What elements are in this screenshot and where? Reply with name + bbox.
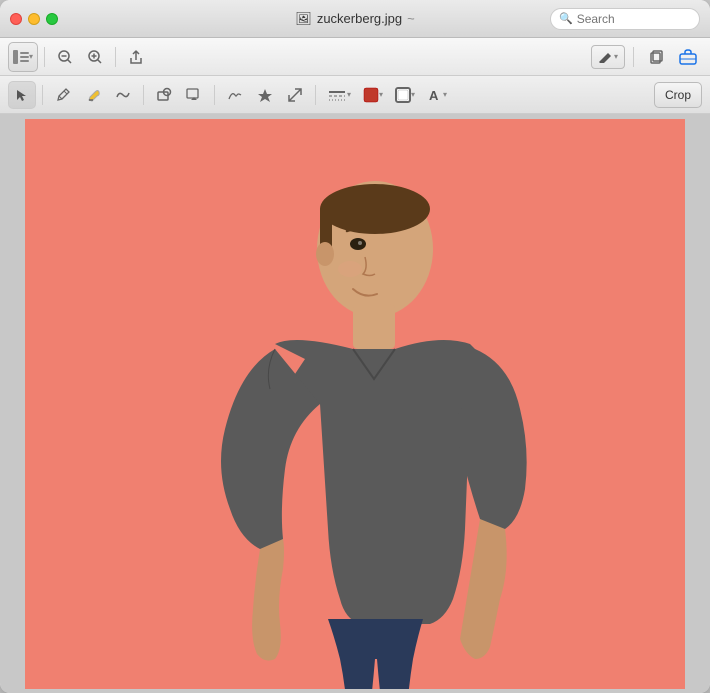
close-button[interactable] <box>10 13 22 25</box>
draw-button[interactable] <box>109 81 137 109</box>
crop-adjust-icon <box>287 87 303 103</box>
signature-icon <box>227 87 243 103</box>
document-icon: 🖼 <box>295 11 312 27</box>
sidebar-toggle-button[interactable]: ▾ <box>9 43 37 71</box>
title-modified-indicator: ~ <box>407 11 415 26</box>
zoom-in-button[interactable] <box>81 43 109 71</box>
view-mode-select[interactable]: ▾ <box>591 45 625 69</box>
signature-button[interactable] <box>221 81 249 109</box>
border-style-icon <box>327 87 347 103</box>
pen-icon <box>598 51 612 63</box>
separator-t2-4 <box>315 85 316 105</box>
share-icon <box>128 49 144 65</box>
image-canvas[interactable] <box>25 119 685 689</box>
sketch-icon <box>55 87 71 103</box>
border-color-icon <box>395 87 411 103</box>
chevron-down-icon: ▾ <box>443 90 447 99</box>
highlight-button[interactable] <box>79 81 107 109</box>
border-style-button[interactable]: ▾ <box>322 81 356 109</box>
border-color-button[interactable]: ▾ <box>390 81 420 109</box>
search-icon: 🔍 <box>559 12 573 25</box>
window-title: zuckerberg.jpg <box>317 11 402 26</box>
separator-t2-3 <box>214 85 215 105</box>
title-bar-right: 🔍 <box>550 8 700 30</box>
arrow-select-button[interactable] <box>8 81 36 109</box>
separator-t2-1 <box>42 85 43 105</box>
chevron-down-icon: ▾ <box>614 52 618 61</box>
chevron-down-icon: ▾ <box>411 90 415 99</box>
canvas-area <box>0 114 710 693</box>
sidebar-icon <box>13 50 29 64</box>
minimize-button[interactable] <box>28 13 40 25</box>
chevron-down-icon: ▾ <box>29 52 33 61</box>
shapes-button[interactable] <box>150 81 178 109</box>
crop-adjust-button[interactable] <box>281 81 309 109</box>
window-title-group: 🖼 zuckerberg.jpg ~ <box>295 11 414 27</box>
main-window: 🖼 zuckerberg.jpg ~ 🔍 ▾ <box>0 0 710 693</box>
arrow-select-icon <box>15 88 29 102</box>
separator-2 <box>115 47 116 67</box>
traffic-lights <box>10 13 58 25</box>
search-input[interactable] <box>577 12 691 26</box>
separator-t2-2 <box>143 85 144 105</box>
separator-3 <box>633 47 634 67</box>
title-bar: 🖼 zuckerberg.jpg ~ 🔍 <box>0 0 710 38</box>
stamp-button[interactable] <box>251 81 279 109</box>
toolbar-right-group: ▾ <box>591 43 702 71</box>
toolbox-icon <box>679 49 697 65</box>
draw-icon <box>115 87 131 103</box>
zoom-out-button[interactable] <box>51 43 79 71</box>
highlight-icon <box>85 87 101 103</box>
copy-icon <box>648 49 664 65</box>
text-format-icon: A <box>427 87 443 103</box>
text-format-button[interactable]: A ▾ <box>422 81 452 109</box>
search-box[interactable]: 🔍 <box>550 8 700 30</box>
separator-1 <box>44 47 45 67</box>
fill-color-button[interactable]: ▾ <box>358 81 388 109</box>
maximize-button[interactable] <box>46 13 58 25</box>
shapes-icon <box>156 87 172 103</box>
text-shapes-button[interactable] <box>180 81 208 109</box>
zoom-out-icon <box>57 49 73 65</box>
crop-button[interactable]: Crop <box>654 82 702 108</box>
toolbox-button[interactable] <box>674 43 702 71</box>
toolbar-primary: ▾ <box>0 38 710 76</box>
crop-label: Crop <box>665 88 691 102</box>
fill-color-icon <box>363 87 379 103</box>
text-shapes-icon <box>186 87 202 103</box>
share-button[interactable] <box>122 43 150 71</box>
sidebar-toggle-group: ▾ <box>8 42 38 72</box>
chevron-down-icon: ▾ <box>347 90 351 99</box>
svg-text:A: A <box>429 88 439 103</box>
sketch-button[interactable] <box>49 81 77 109</box>
chevron-down-icon: ▾ <box>379 90 383 99</box>
toolbar2-right-group: Crop <box>654 82 702 108</box>
image-content <box>25 119 685 689</box>
copy-button[interactable] <box>642 43 670 71</box>
stamp-icon <box>257 87 273 103</box>
zoom-in-icon <box>87 49 103 65</box>
toolbar-secondary: ▾ ▾ ▾ A ▾ Crop <box>0 76 710 114</box>
